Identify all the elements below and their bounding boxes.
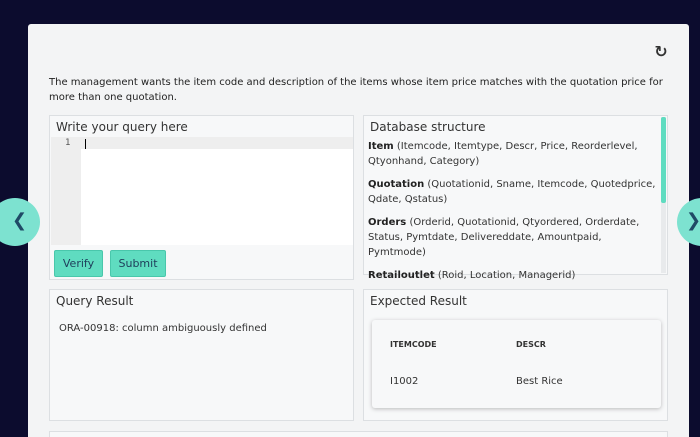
table-cell-descr: Best Rice [516, 376, 563, 387]
table-name: Item [368, 141, 394, 152]
query-result-title: Query Result [56, 294, 134, 308]
table-cell-itemcode: I1002 [390, 376, 419, 387]
table-columns: (Orderid, Quotationid, Qtyordered, Order… [368, 217, 640, 258]
query-editor-title: Write your query here [56, 120, 188, 134]
line-number: 1 [65, 138, 71, 148]
chevron-left-icon: ❮ [12, 210, 28, 231]
query-result-panel: Query Result ORA-00918: column ambiguous… [49, 289, 354, 421]
column-header-descr: DESCR [516, 340, 546, 349]
database-structure-panel: Database structure Item (Itemcode, Itemt… [363, 115, 668, 281]
next-panel-edge [49, 431, 668, 437]
table-name: Orders [368, 217, 407, 228]
query-editor[interactable]: 1 [51, 137, 353, 245]
scrollbar-thumb[interactable] [661, 117, 666, 203]
query-result-message: ORA-00918: column ambiguously defined [59, 323, 267, 334]
table-columns: (Roid, Location, Managerid) [437, 270, 576, 281]
expected-result-panel: Expected Result ITEMCODE DESCR I1002 Bes… [363, 289, 668, 421]
table-item: Item (Itemcode, Itemtype, Descr, Price, … [368, 139, 658, 169]
query-editor-panel: Write your query here 1 Verify Submit [49, 115, 354, 280]
table-orders: Orders (Orderid, Quotationid, Qtyordered… [368, 215, 658, 260]
editor-gutter [51, 137, 81, 245]
text-cursor [85, 139, 86, 149]
chevron-right-icon: ❯ [686, 210, 700, 231]
table-columns: (Itemcode, Itemtype, Descr, Price, Reord… [368, 141, 638, 167]
table-retailoutlet: Retailoutlet (Roid, Location, Managerid) [368, 268, 658, 283]
refresh-icon[interactable]: ↻ [652, 43, 670, 61]
question-text: The management wants the item code and d… [49, 77, 663, 103]
expected-result-table: ITEMCODE DESCR I1002 Best Rice [372, 320, 661, 408]
table-name: Retailoutlet [368, 270, 435, 281]
table-quotation: Quotation (Quotationid, Sname, Itemcode,… [368, 177, 658, 207]
verify-button[interactable]: Verify [54, 250, 103, 277]
database-structure-title: Database structure [370, 120, 486, 134]
column-header-itemcode: ITEMCODE [390, 340, 437, 349]
table-name: Quotation [368, 179, 425, 190]
table-list: Item (Itemcode, Itemtype, Descr, Price, … [368, 139, 658, 291]
active-line-highlight [51, 137, 353, 149]
expected-result-title: Expected Result [370, 294, 467, 308]
submit-button[interactable]: Submit [110, 250, 166, 277]
